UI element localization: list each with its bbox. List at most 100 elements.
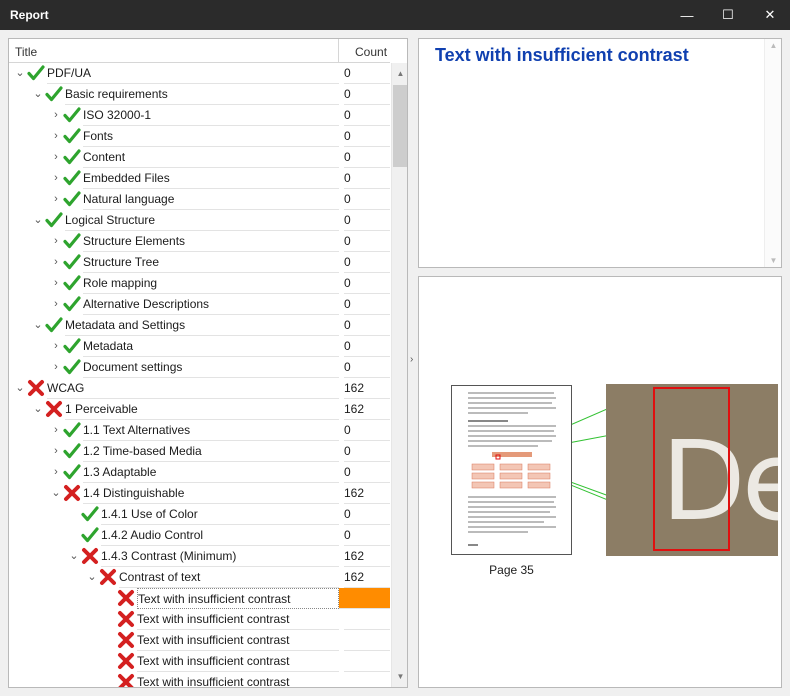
tree-row[interactable]: ⌄ 1.4.3 Contrast (Minimum) 162 [9, 546, 390, 567]
tree-row[interactable]: › Alternative Descriptions 0 [9, 294, 390, 315]
tree-row[interactable]: › 1.2 Time-based Media 0 [9, 441, 390, 462]
chevron-right-icon[interactable]: › [51, 151, 61, 163]
tree-row[interactable]: ⌄ PDF/UA 0 [9, 63, 390, 84]
page-thumbnail[interactable] [451, 385, 572, 555]
maximize-button[interactable]: ☐ [708, 0, 748, 30]
tree-row[interactable]: › Structure Elements 0 [9, 231, 390, 252]
tree-row-label[interactable]: 1.2 Time-based Media [83, 441, 339, 462]
tree-row-label[interactable]: 1.4.3 Contrast (Minimum) [101, 546, 339, 567]
tree-row-label[interactable]: Logical Structure [65, 210, 339, 231]
tree-row[interactable]: Text with insufficient contrast [9, 672, 390, 687]
chevron-right-icon[interactable]: › [51, 193, 61, 205]
tree-row[interactable]: › Role mapping 0 [9, 273, 390, 294]
tree-row-label[interactable]: WCAG [47, 378, 339, 399]
tree-row[interactable]: ⌄ Contrast of text 162 [9, 567, 390, 588]
chevron-right-icon[interactable]: › [51, 235, 61, 247]
tree-row-label[interactable]: Content [83, 147, 339, 168]
chevron-right-icon[interactable]: › [51, 172, 61, 184]
tree-row-label[interactable]: Metadata [83, 336, 339, 357]
tree-row-label[interactable]: Fonts [83, 126, 339, 147]
chevron-right-icon[interactable]: › [51, 298, 61, 310]
tree-row[interactable]: Text with insufficient contrast [9, 588, 390, 609]
tree-row-label[interactable]: 1 Perceivable [65, 399, 339, 420]
tree-row[interactable]: ⌄ Logical Structure 0 [9, 210, 390, 231]
tree-row[interactable]: › Embedded Files 0 [9, 168, 390, 189]
tree-row[interactable]: › Document settings 0 [9, 357, 390, 378]
tree-row-label[interactable]: Basic requirements [65, 84, 339, 105]
tree-row[interactable]: › ISO 32000-1 0 [9, 105, 390, 126]
tree-row-label[interactable]: Natural language [83, 189, 339, 210]
tree-row-count: 0 [344, 231, 390, 252]
tree-row[interactable]: Text with insufficient contrast [9, 651, 390, 672]
chevron-down-icon[interactable]: ⌄ [33, 403, 43, 415]
tree-row-label[interactable]: Text with insufficient contrast [137, 630, 339, 651]
chevron-down-icon[interactable]: ⌄ [69, 550, 79, 562]
chevron-right-icon[interactable]: › [51, 256, 61, 268]
chevron-down-icon[interactable]: ⌄ [33, 319, 43, 331]
chevron-down-icon[interactable]: ⌄ [15, 382, 25, 394]
tree-row-label[interactable]: Text with insufficient contrast [137, 672, 339, 687]
tree-row-label[interactable]: 1.1 Text Alternatives [83, 420, 339, 441]
chevron-right-icon[interactable]: › [51, 361, 61, 373]
tree-row[interactable]: Text with insufficient contrast [9, 630, 390, 651]
tree-row[interactable]: Text with insufficient contrast [9, 609, 390, 630]
tree-row-label[interactable]: Structure Tree [83, 252, 339, 273]
tree-row[interactable]: › 1.1 Text Alternatives 0 [9, 420, 390, 441]
tree-row-label[interactable]: Text with insufficient contrast [137, 651, 339, 672]
minimize-button[interactable]: — [667, 0, 707, 30]
tree-row[interactable]: 1.4.2 Audio Control 0 [9, 525, 390, 546]
scroll-down-arrow-icon[interactable]: ▼ [765, 256, 782, 265]
tree-row[interactable]: ⌄ Basic requirements 0 [9, 84, 390, 105]
column-header-title[interactable]: Title [15, 45, 37, 59]
chevron-down-icon[interactable]: ⌄ [87, 571, 97, 583]
tree-row[interactable]: › Metadata 0 [9, 336, 390, 357]
close-button[interactable]: ✕ [750, 0, 790, 30]
scroll-up-arrow-icon[interactable]: ▲ [392, 65, 407, 82]
chevron-down-icon[interactable]: ⌄ [51, 487, 61, 499]
tree-scrollbar[interactable]: ▲ ▼ [391, 63, 407, 687]
tree-row-label[interactable]: 1.4 Distinguishable [83, 483, 339, 504]
tree-row-label[interactable]: Role mapping [83, 273, 339, 294]
tree-row[interactable]: › Natural language 0 [9, 189, 390, 210]
tree-row-label[interactable]: Contrast of text [119, 567, 339, 588]
tree-row[interactable]: › Content 0 [9, 147, 390, 168]
chevron-down-icon[interactable]: ⌄ [33, 88, 43, 100]
chevron-right-icon[interactable]: › [51, 340, 61, 352]
chevron-right-icon[interactable]: › [51, 466, 61, 478]
tree-row-label[interactable]: Text with insufficient contrast [137, 609, 339, 630]
tree-row[interactable]: › Structure Tree 0 [9, 252, 390, 273]
panel-splitter[interactable]: › [409, 38, 417, 688]
chevron-right-icon[interactable]: › [51, 109, 61, 121]
chevron-right-icon[interactable]: › [51, 424, 61, 436]
scroll-down-arrow-icon[interactable]: ▼ [392, 668, 407, 685]
scrollbar-thumb[interactable] [393, 85, 407, 167]
tree-row-label[interactable]: 1.4.1 Use of Color [101, 504, 339, 525]
tree-row[interactable]: › Fonts 0 [9, 126, 390, 147]
check-icon [63, 190, 81, 208]
tree-row-label[interactable]: Structure Elements [83, 231, 339, 252]
collapse-arrow-icon[interactable]: › [410, 354, 413, 365]
tree-row-label[interactable]: PDF/UA [47, 63, 339, 84]
tree-row[interactable]: › 1.3 Adaptable 0 [9, 462, 390, 483]
tree-row-label[interactable]: 1.4.2 Audio Control [101, 525, 339, 546]
tree-row-label[interactable]: 1.3 Adaptable [83, 462, 339, 483]
tree-row[interactable]: ⌄ WCAG 162 [9, 378, 390, 399]
scroll-up-arrow-icon[interactable]: ▲ [765, 41, 782, 50]
tree-row-label[interactable]: Metadata and Settings [65, 315, 339, 336]
tree-row-label[interactable]: ISO 32000-1 [83, 105, 339, 126]
tree-row-label[interactable]: Text with insufficient contrast [137, 588, 339, 609]
tree-row[interactable]: ⌄ Metadata and Settings 0 [9, 315, 390, 336]
tree-row-label[interactable]: Document settings [83, 357, 339, 378]
chevron-down-icon[interactable]: ⌄ [15, 67, 25, 79]
column-header-count[interactable]: Count [338, 39, 390, 62]
tree-row[interactable]: ⌄ 1.4 Distinguishable 162 [9, 483, 390, 504]
tree-row-label[interactable]: Embedded Files [83, 168, 339, 189]
chevron-down-icon[interactable]: ⌄ [33, 214, 43, 226]
chevron-right-icon[interactable]: › [51, 130, 61, 142]
chevron-right-icon[interactable]: › [51, 277, 61, 289]
tree-row[interactable]: 1.4.1 Use of Color 0 [9, 504, 390, 525]
chevron-right-icon[interactable]: › [51, 445, 61, 457]
tree-row-label[interactable]: Alternative Descriptions [83, 294, 339, 315]
detail-scrollbar[interactable]: ▲ ▼ [764, 39, 781, 267]
tree-row[interactable]: ⌄ 1 Perceivable 162 [9, 399, 390, 420]
